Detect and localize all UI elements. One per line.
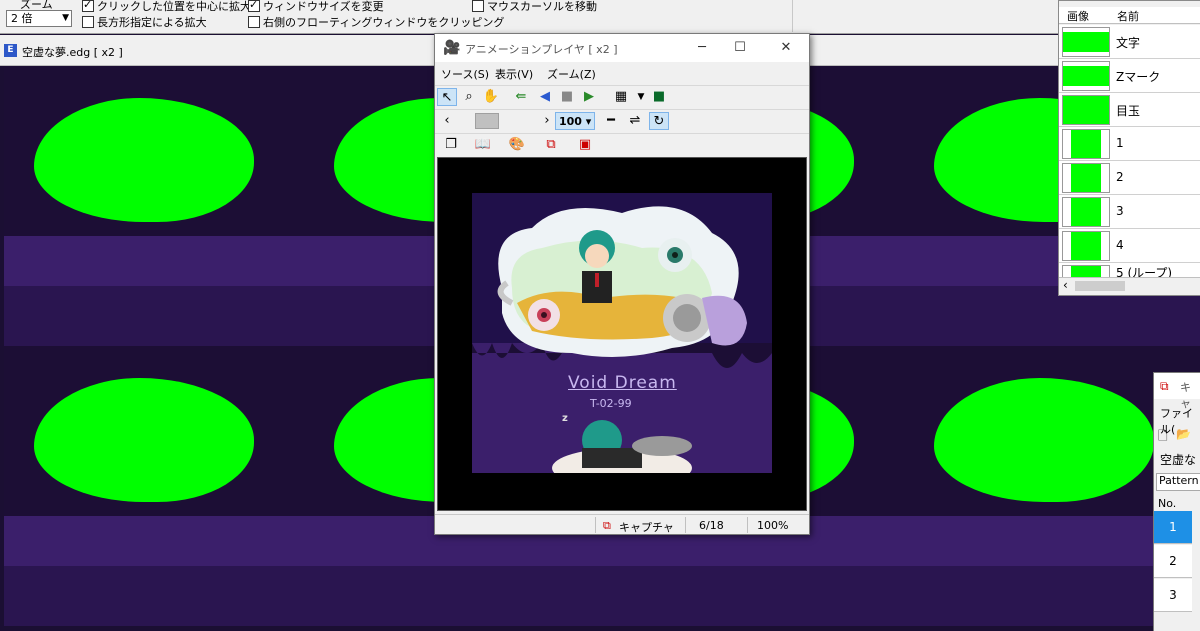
- list-item[interactable]: Zマーク: [1059, 59, 1200, 93]
- chevron-left-icon[interactable]: ‹: [1063, 278, 1068, 292]
- step-back-icon[interactable]: ◀: [535, 88, 555, 106]
- pingpong-icon[interactable]: ⇌: [625, 112, 645, 130]
- sleeping-character: [552, 420, 692, 473]
- checkbox[interactable]: [248, 16, 260, 28]
- edge-app-icon: E: [4, 44, 17, 57]
- list-item[interactable]: 4: [1059, 229, 1200, 263]
- magnifier-icon[interactable]: ⌕: [459, 88, 479, 106]
- zoom-value: 2 倍: [11, 12, 33, 25]
- rewind-icon[interactable]: ⇚: [511, 88, 531, 106]
- table-row[interactable]: 2: [1154, 545, 1192, 578]
- play-icon[interactable]: ▶: [579, 88, 599, 106]
- col-no: No.: [1158, 497, 1177, 510]
- capture-title-bar[interactable]: ⧉ キャ: [1154, 373, 1200, 410]
- player-menu-bar: ソース(S) 表示(V) ズーム(Z): [435, 64, 809, 84]
- pointer-icon[interactable]: ↖: [437, 88, 457, 106]
- table-row[interactable]: 1: [1154, 511, 1192, 544]
- animation-frame: Void Dream T-02-99 z: [472, 193, 772, 473]
- zoom-options-bar: ズーム 2 倍▼ クリックした位置を中心に拡大 長方形指定による拡大 ウィンドウ…: [0, 0, 1200, 34]
- list-item[interactable]: 目玉: [1059, 93, 1200, 127]
- chevron-down-icon[interactable]: ▼: [631, 88, 651, 106]
- stop-icon[interactable]: ■: [557, 88, 577, 106]
- open-folder-icon[interactable]: 📂: [1176, 427, 1191, 441]
- option-clip-floating[interactable]: 右側のフローティングウィンドウをクリッピング: [248, 14, 504, 30]
- tab-pattern[interactable]: Pattern: [1156, 473, 1200, 491]
- chevron-down-icon: ▼: [62, 13, 69, 23]
- status-frame: 6/18: [699, 519, 724, 532]
- option-click-center[interactable]: クリックした位置を中心に拡大: [82, 0, 251, 14]
- minimize-button[interactable]: ─: [687, 38, 717, 58]
- canvas-tile: [4, 66, 304, 346]
- menu-zoom[interactable]: ズーム(Z): [547, 66, 596, 82]
- hand-icon[interactable]: ✋: [481, 88, 501, 106]
- player-title: アニメーションプレイヤ [ x2 ]: [465, 43, 618, 56]
- menu-view[interactable]: 表示(V): [495, 66, 533, 82]
- camera-icon: 🎥: [443, 40, 461, 56]
- menu-source[interactable]: ソース(S): [441, 66, 489, 82]
- player-toolbar-3: ❐ 📖 🎨 ⧉ ▣: [435, 133, 809, 157]
- speed-value: 100: [559, 115, 582, 128]
- canvas-tile: [4, 346, 304, 626]
- status-capture[interactable]: キャプチャ: [619, 519, 674, 535]
- list-item[interactable]: 文字: [1059, 25, 1200, 59]
- option-resize-window[interactable]: ウィンドウサイズを変更: [248, 0, 384, 14]
- list-item[interactable]: 2: [1059, 161, 1200, 195]
- option-rect-zoom[interactable]: 長方形指定による拡大: [82, 14, 207, 30]
- player-status-bar: ⧉ キャプチャ 6/18 100%: [435, 514, 809, 535]
- capture-frame-icon[interactable]: ▣: [575, 136, 595, 154]
- col-name: 名前: [1117, 10, 1139, 23]
- checkbox[interactable]: [82, 16, 94, 28]
- animation-viewport[interactable]: Void Dream T-02-99 z: [437, 157, 807, 511]
- background-color-icon[interactable]: ■: [649, 88, 669, 106]
- speed-select[interactable]: 100 ▾: [555, 112, 595, 130]
- new-file-icon[interactable]: 🗋: [1158, 427, 1168, 448]
- frame-slider[interactable]: [475, 113, 499, 129]
- copy-icon[interactable]: ❐: [441, 136, 461, 154]
- checkbox[interactable]: [248, 0, 260, 12]
- player-toolbar-1: ↖ ⌕ ✋ ⇚ ◀ ■ ▶ ▦ ▼ ■: [435, 85, 809, 109]
- player-title-bar[interactable]: 🎥 アニメーションプレイヤ [ x2 ] ─ ☐ ✕: [435, 34, 809, 62]
- player-toolbar-2: ‹ › 100 ▾ ━ ⇌ ↻: [435, 109, 809, 133]
- chevron-right-icon[interactable]: ›: [537, 112, 557, 130]
- close-button[interactable]: ✕: [771, 38, 801, 58]
- book-icon[interactable]: 📖: [473, 136, 493, 154]
- capture-icon: ⧉: [1160, 379, 1169, 393]
- status-zoom: 100%: [757, 519, 789, 532]
- grid-icon[interactable]: ▦: [611, 88, 631, 106]
- checkbox[interactable]: [82, 0, 94, 12]
- capture-icon[interactable]: ⧉: [541, 136, 561, 154]
- list-item[interactable]: 1: [1059, 127, 1200, 161]
- divider: [792, 0, 793, 32]
- scene-title: Void Dream: [568, 373, 677, 393]
- palette-icon[interactable]: 🎨: [507, 136, 527, 154]
- zoom-select[interactable]: 2 倍 ▼: [6, 10, 72, 27]
- layer-list-header: 画像 名前: [1059, 7, 1200, 24]
- maximize-button[interactable]: ☐: [725, 38, 755, 58]
- chevron-left-icon[interactable]: ‹: [437, 112, 457, 130]
- table-row[interactable]: 3: [1154, 579, 1192, 612]
- capture-window: ⧉ キャ ファイル( 🗋 📂 空虚な Pattern No. 1 2 3: [1153, 372, 1200, 631]
- animation-player-window: 🎥 アニメーションプレイヤ [ x2 ] ─ ☐ ✕ ソース(S) 表示(V) …: [434, 33, 810, 535]
- arrow-right-icon[interactable]: ━: [601, 112, 621, 130]
- capture-icon: ⧉: [603, 519, 611, 532]
- checkbox[interactable]: [472, 0, 484, 12]
- col-image: 画像: [1067, 10, 1089, 23]
- scroll-thumb[interactable]: [1075, 281, 1125, 291]
- loop-icon[interactable]: ↻: [649, 112, 669, 130]
- option-move-cursor[interactable]: マウスカーソルを移動: [472, 0, 597, 14]
- layer-list-panel: 画像 名前 文字 Zマーク 目玉 1 2 3 4 5 (ループ) ‹: [1058, 0, 1200, 296]
- scene-subtitle: T-02-99: [590, 397, 632, 410]
- horizontal-scrollbar[interactable]: ‹: [1059, 277, 1200, 294]
- main-window-title: 空虚な夢.edg [ x2 ]: [22, 46, 123, 59]
- list-item[interactable]: 3: [1059, 195, 1200, 229]
- list-item[interactable]: 5 (ループ): [1059, 263, 1200, 278]
- capture-name: 空虚な: [1160, 453, 1197, 467]
